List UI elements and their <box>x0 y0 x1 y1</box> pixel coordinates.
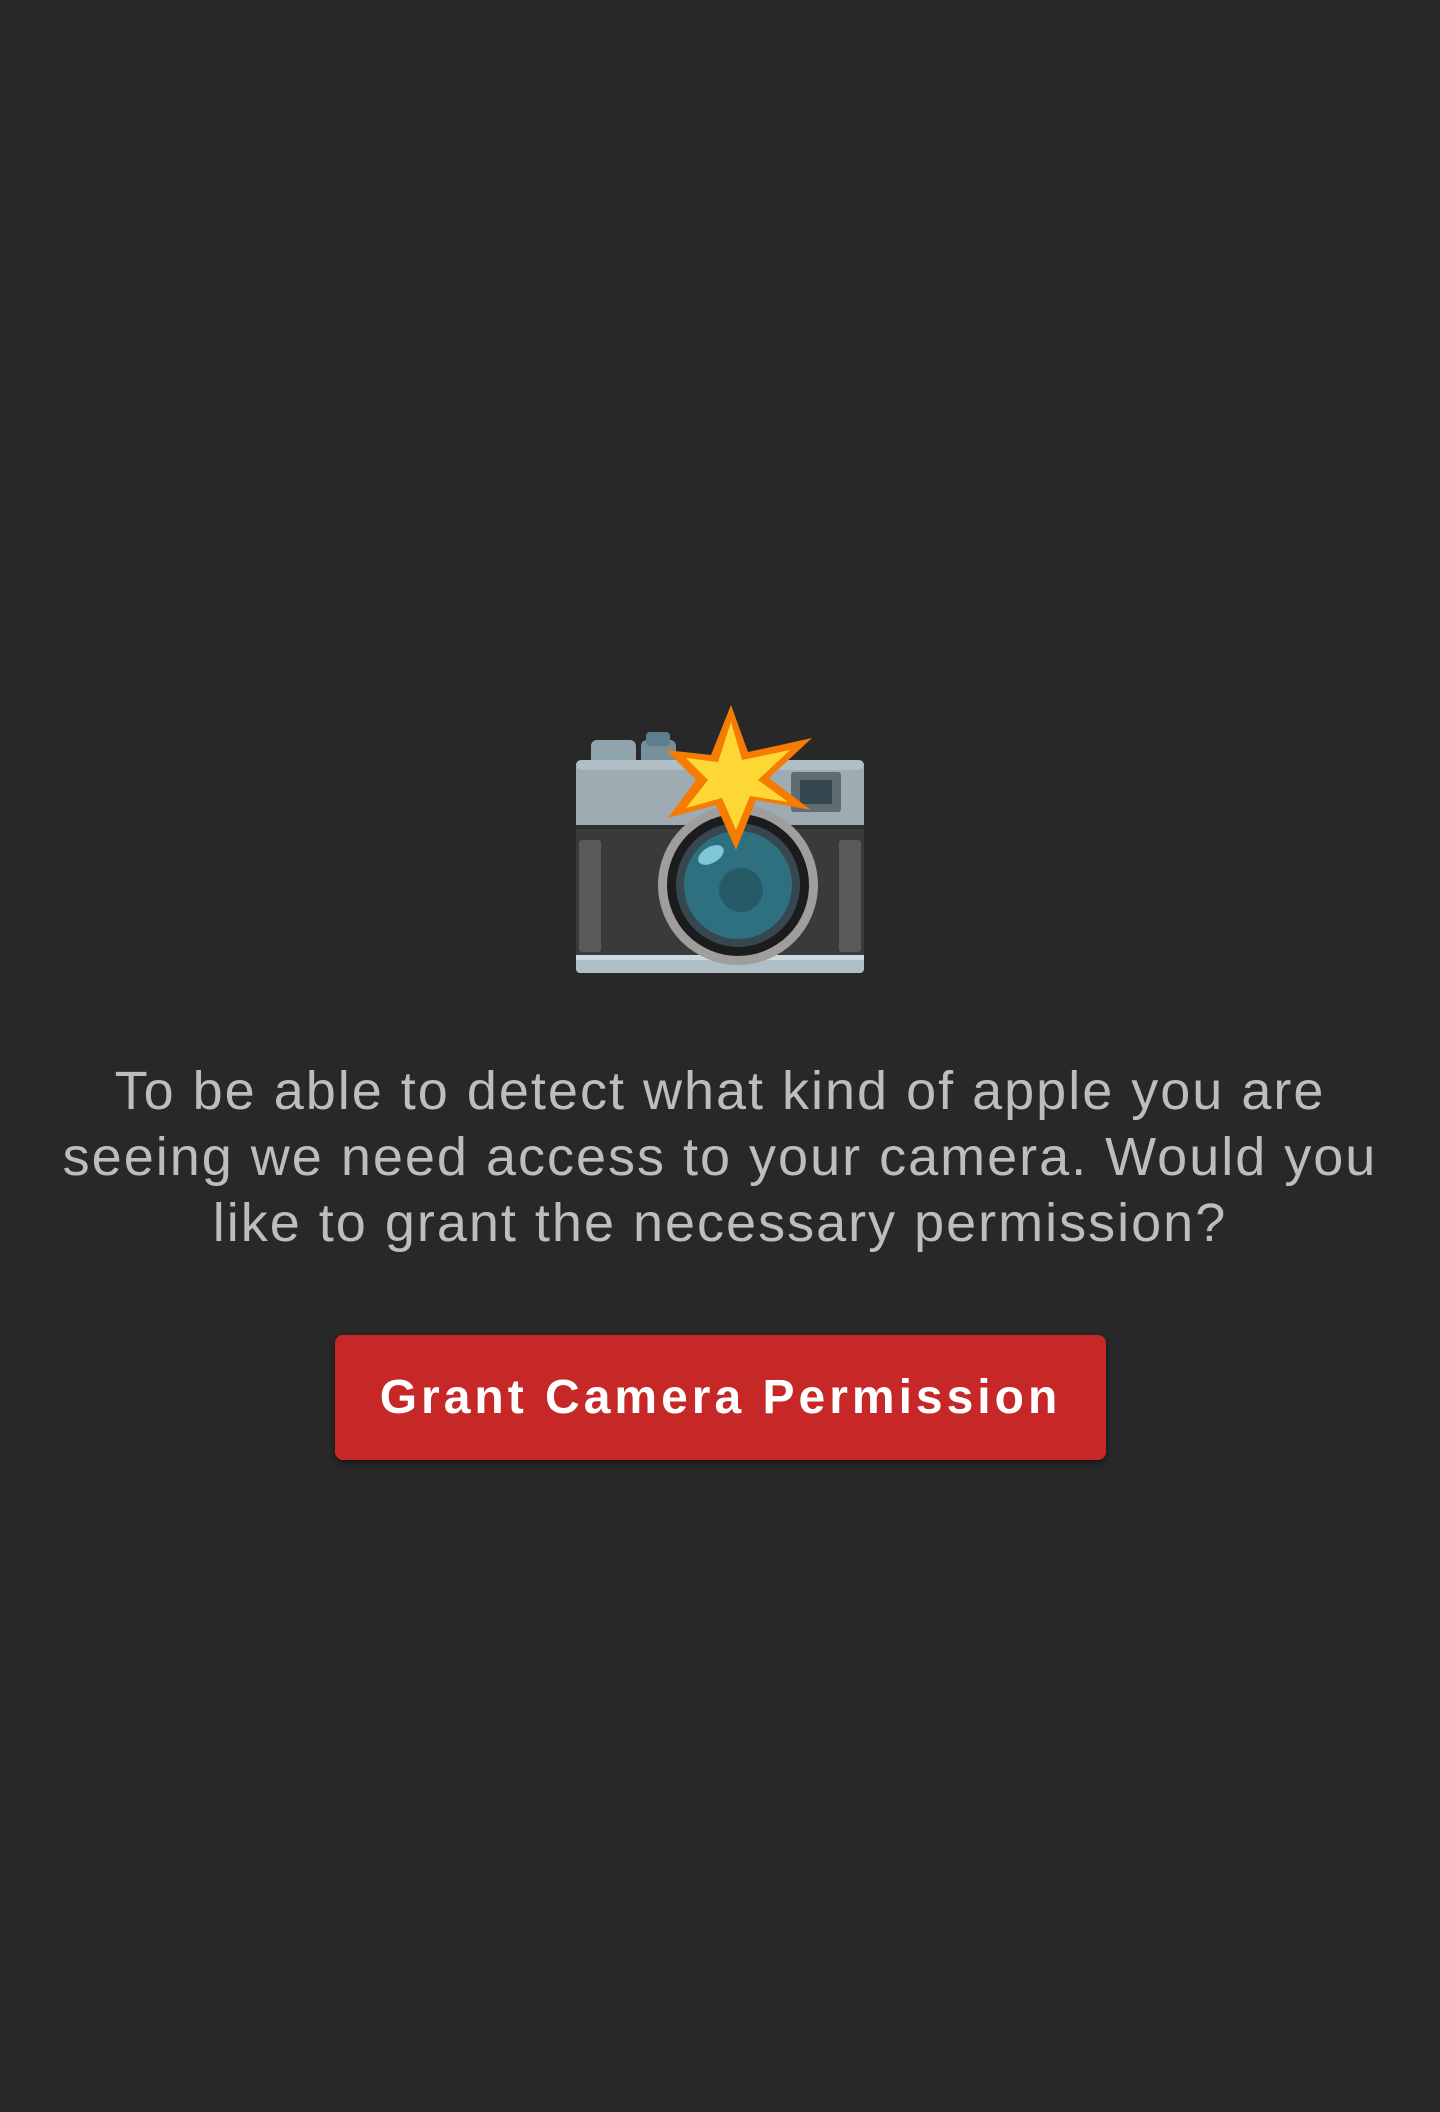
grant-camera-permission-button[interactable]: Grant Camera Permission <box>335 1335 1106 1460</box>
permission-message: To be able to detect what kind of apple … <box>62 1061 1378 1253</box>
camera-permission-screen: To be able to detect what kind of apple … <box>0 0 1440 2112</box>
camera-with-flash-icon <box>576 705 864 973</box>
